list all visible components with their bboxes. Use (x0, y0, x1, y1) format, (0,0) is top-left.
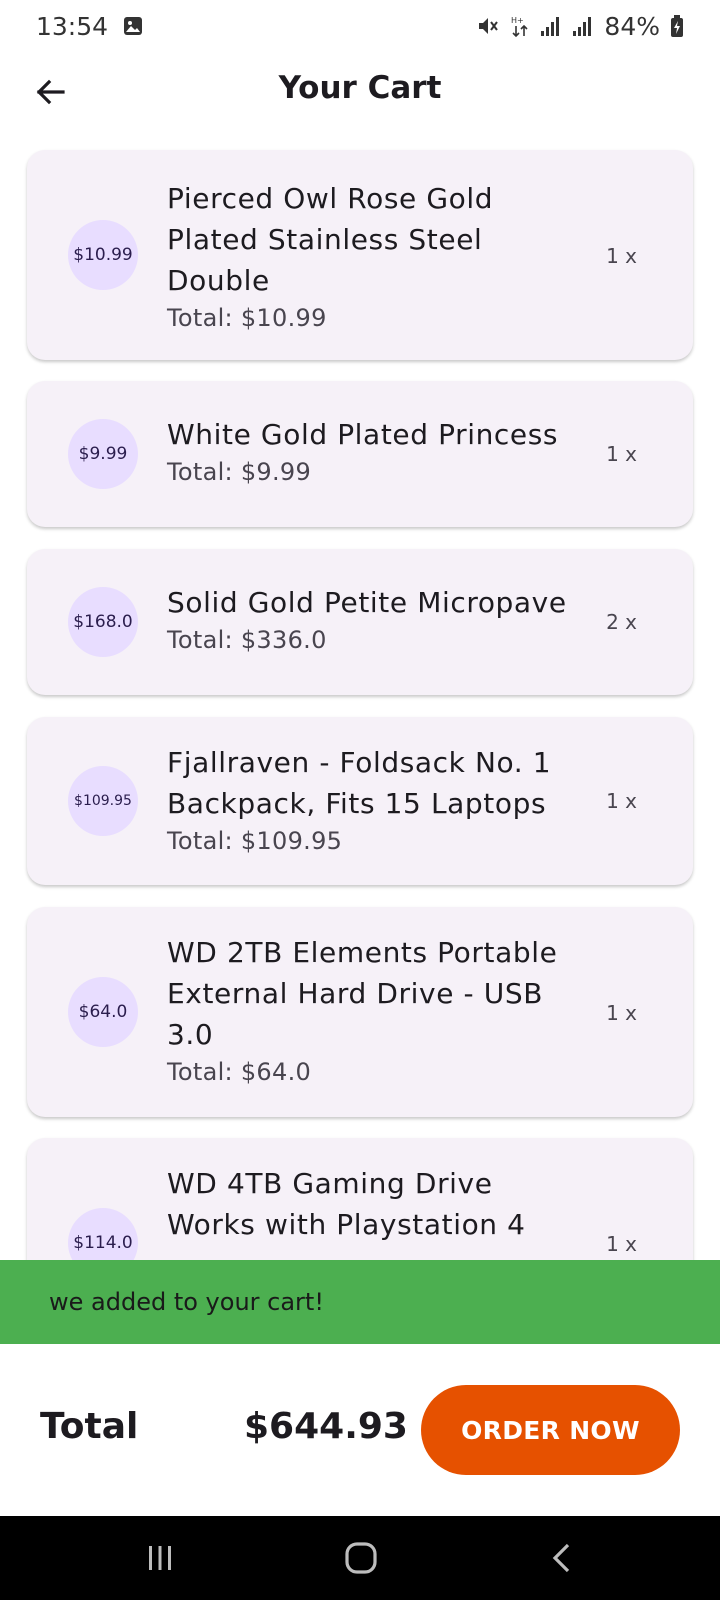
item-text: WD 4TB Gaming Drive Works with Playstati… (167, 1163, 577, 1245)
item-quantity: 1 x (606, 442, 637, 466)
item-total: Total: $336.0 (167, 626, 327, 654)
price-badge: $109.95 (68, 766, 138, 836)
status-bar: 13:54 H+ 84% (0, 0, 720, 52)
item-text: Pierced Owl Rose Gold Plated Stainless S… (167, 178, 577, 335)
cart-item[interactable]: $168.0 Solid Gold Petite Micropave Total… (27, 549, 693, 695)
battery-percent: 84% (604, 11, 660, 41)
item-quantity: 1 x (606, 1001, 637, 1025)
back-icon (552, 1543, 570, 1573)
item-name: WD 2TB Elements Portable External Hard D… (167, 936, 558, 1051)
item-name: Solid Gold Petite Micropave (167, 586, 567, 619)
svg-text:H+: H+ (511, 16, 524, 25)
item-quantity: 1 x (606, 1232, 637, 1256)
item-text: Fjallraven - Foldsack No. 1 Backpack, Fi… (167, 742, 577, 858)
item-text: White Gold Plated Princess Total: $9.99 (167, 414, 577, 489)
home-icon (345, 1542, 377, 1574)
status-time: 13:54 (36, 11, 109, 41)
status-right: H+ 84% (476, 12, 684, 41)
cart-item[interactable]: $10.99 Pierced Owl Rose Gold Plated Stai… (27, 150, 693, 360)
item-quantity: 1 x (606, 789, 637, 813)
item-quantity: 2 x (606, 610, 637, 634)
cart-item[interactable]: $64.0 WD 2TB Elements Portable External … (27, 907, 693, 1117)
system-nav-bar (0, 1516, 720, 1600)
cart-item[interactable]: $109.95 Fjallraven - Foldsack No. 1 Back… (27, 717, 693, 885)
cart-list[interactable]: $10.99 Pierced Owl Rose Gold Plated Stai… (0, 136, 720, 1260)
price-badge: $114.0 (68, 1208, 138, 1260)
price-badge: $10.99 (68, 220, 138, 290)
price-badge: $168.0 (68, 587, 138, 657)
snackbar: we added to your cart! (0, 1260, 720, 1344)
item-name: Fjallraven - Foldsack No. 1 Backpack, Fi… (167, 746, 552, 820)
cart-item[interactable]: $114.0 WD 4TB Gaming Drive Works with Pl… (27, 1138, 693, 1260)
status-left: 13:54 (36, 12, 144, 41)
recent-apps-button[interactable] (130, 1536, 190, 1580)
mute-icon (476, 14, 500, 38)
nav-back-button[interactable] (533, 1536, 593, 1580)
recent-apps-icon (149, 1546, 171, 1570)
item-name: Pierced Owl Rose Gold Plated Stainless S… (167, 182, 494, 297)
item-total: Total: $64.0 (167, 1058, 312, 1086)
item-total: Total: $109.95 (167, 827, 343, 855)
app-bar: Your Cart (0, 52, 720, 136)
snackbar-message: we added to your cart! (49, 1288, 324, 1316)
item-text: WD 2TB Elements Portable External Hard D… (167, 932, 577, 1089)
total-amount: $644.93 (244, 1406, 408, 1447)
item-total: Total: $10.99 (167, 304, 327, 332)
cart-item[interactable]: $9.99 White Gold Plated Princess Total: … (27, 381, 693, 527)
price-badge: $64.0 (68, 977, 138, 1047)
battery-charging-icon (670, 14, 684, 38)
home-button[interactable] (331, 1536, 391, 1580)
checkout-bar: Total $644.93 ORDER NOW (0, 1344, 720, 1516)
order-now-button[interactable]: ORDER NOW (421, 1385, 680, 1475)
item-name: White Gold Plated Princess (167, 418, 559, 451)
total-label: Total (40, 1406, 139, 1447)
item-text: Solid Gold Petite Micropave Total: $336.… (167, 582, 587, 657)
page-title: Your Cart (278, 70, 442, 106)
item-total: Total: $9.99 (167, 458, 312, 486)
data-arrows-icon: H+ (510, 14, 530, 38)
signal-icon (572, 14, 594, 38)
price-badge: $9.99 (68, 419, 138, 489)
item-quantity: 1 x (606, 244, 637, 268)
image-icon (122, 15, 144, 37)
signal-icon (540, 14, 562, 38)
item-name: WD 4TB Gaming Drive Works with Playstati… (167, 1167, 526, 1241)
